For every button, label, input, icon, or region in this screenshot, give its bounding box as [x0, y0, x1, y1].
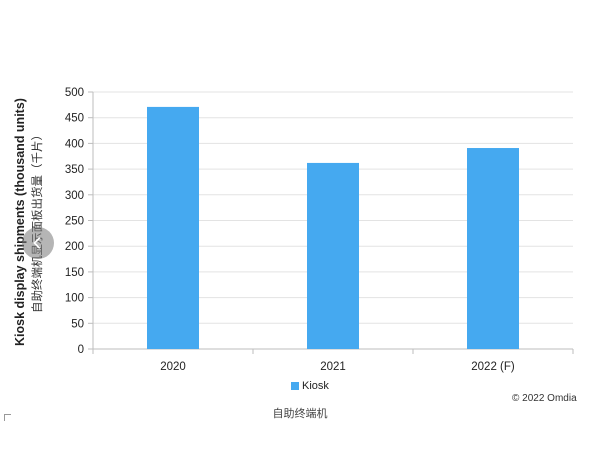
x-axis-title-chinese: 自助终端机: [272, 407, 328, 420]
copyright-credit: © 2022 Omdia: [512, 393, 577, 404]
y-tick-label: 400: [65, 138, 84, 150]
legend-swatch: [291, 382, 299, 390]
previous-image-button[interactable]: [22, 227, 54, 259]
y-tick-label: 300: [65, 190, 84, 202]
crop-corner-marker: [4, 414, 11, 421]
chart-legend: Kiosk: [291, 380, 329, 392]
x-tick-label: 2021: [320, 361, 346, 373]
y-tick-label: 0: [78, 344, 84, 356]
y-tick-label: 150: [65, 267, 84, 279]
bar-2020: [147, 106, 199, 349]
x-tick-label: 2022 (F): [471, 361, 515, 373]
y-tick-label: 50: [71, 318, 84, 330]
y-tick-label: 250: [65, 216, 84, 228]
y-tick-label: 200: [65, 241, 84, 253]
legend-label: Kiosk: [302, 380, 329, 392]
y-tick-label: 100: [65, 293, 84, 305]
chevron-left-icon: [33, 237, 41, 249]
y-tick-label: 500: [65, 87, 84, 99]
y-tick-label: 450: [65, 113, 84, 125]
bar-2021: [307, 162, 359, 349]
x-tick-label: 2020: [160, 361, 186, 373]
image-viewer-canvas: 0 50 100 150 200 250 300 350 400 450 500 2020 2021 20…: [0, 0, 600, 421]
bar-2022-F: [467, 148, 519, 349]
y-tick-label: 350: [65, 164, 84, 176]
